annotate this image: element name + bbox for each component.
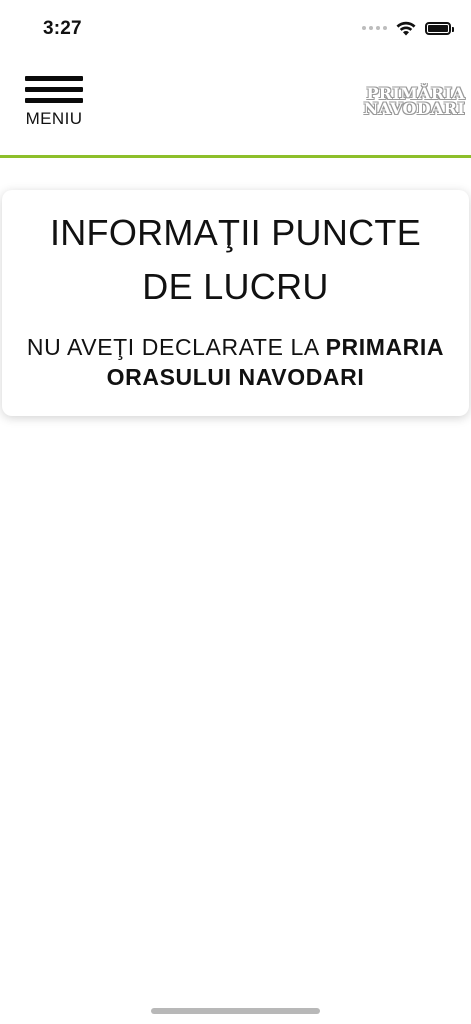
home-indicator[interactable] bbox=[151, 1008, 320, 1014]
menu-button[interactable]: MENIU bbox=[24, 76, 84, 129]
info-card: INFORMAŢII PUNCTE DE LUCRU NU AVEŢI DECL… bbox=[2, 190, 469, 416]
status-bar: 3:27 bbox=[0, 0, 471, 60]
card-message: NU AVEŢI DECLARATE LA PRIMARIA ORASULUI … bbox=[22, 332, 449, 392]
wifi-icon bbox=[396, 21, 416, 36]
card-message-text: NU AVEŢI DECLARATE LA bbox=[26, 334, 326, 360]
status-icons bbox=[362, 20, 454, 36]
status-time: 3:27 bbox=[43, 18, 82, 39]
app-header: MENIU PRIMĂRIA NAVODARI bbox=[0, 60, 471, 158]
hamburger-icon bbox=[25, 76, 83, 103]
brand-logo: PRIMĂRIA NAVODARI bbox=[363, 86, 465, 118]
signal-dots-icon bbox=[362, 26, 387, 30]
battery-icon bbox=[425, 21, 454, 35]
card-title: INFORMAŢII PUNCTE DE LUCRU bbox=[49, 212, 422, 307]
logo-line-2: NAVODARI bbox=[363, 99, 465, 118]
menu-label: MENIU bbox=[25, 109, 83, 128]
